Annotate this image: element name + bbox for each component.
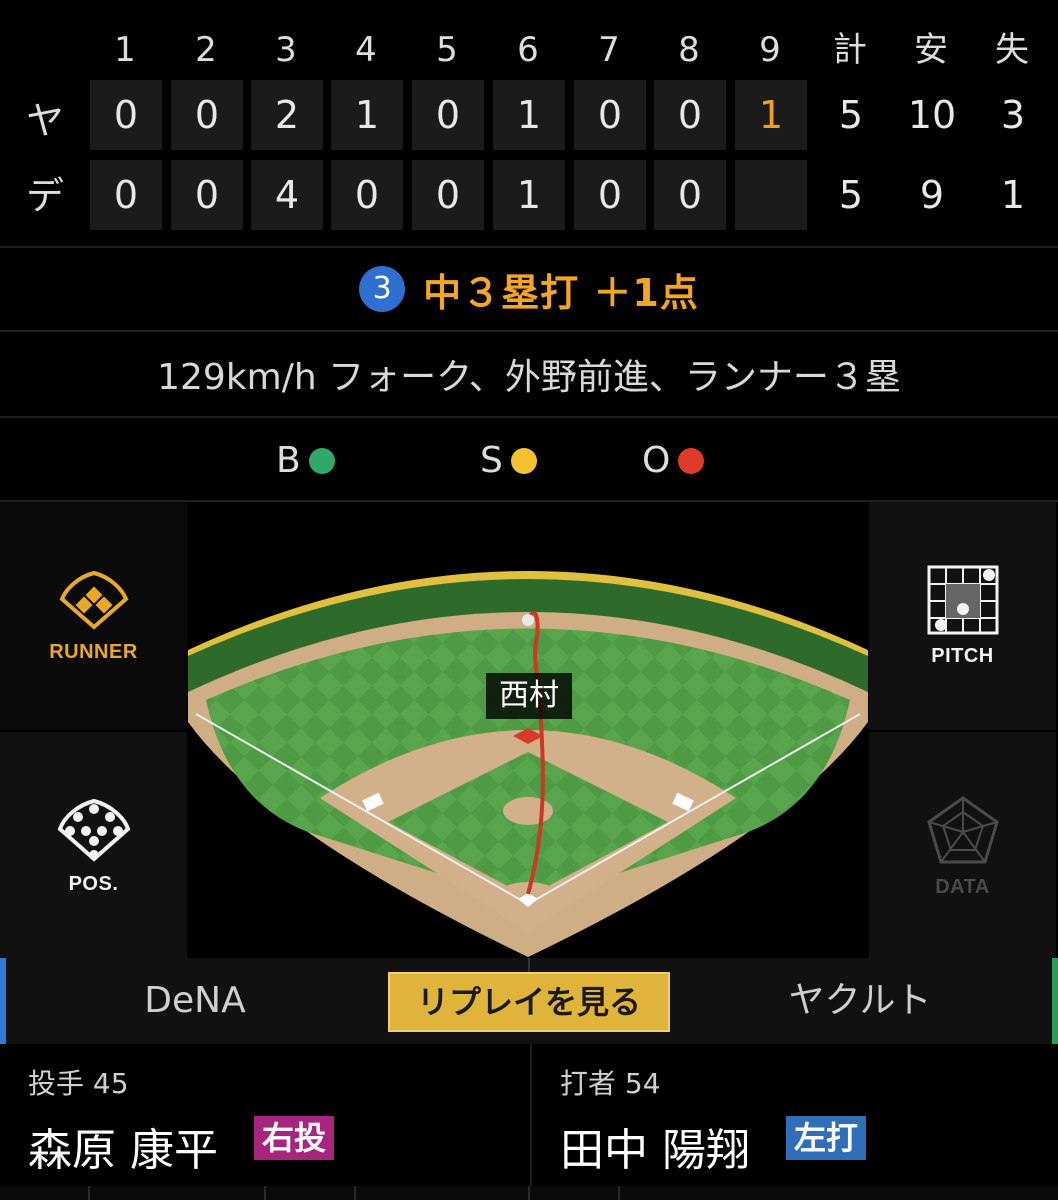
inning-header: 3: [275, 30, 297, 70]
play-result-band: 3 中３塁打 ＋1点: [0, 246, 1058, 330]
pitcher-role: 投手 45: [28, 1067, 129, 1100]
batter-panel[interactable]: 打者 54 田中 陽翔 左打: [530, 1044, 1058, 1186]
total-cell: 5: [838, 93, 864, 137]
team-label-away: ヤ: [25, 99, 64, 143]
errors-header: 失: [995, 30, 1029, 70]
strike-count: S: [480, 440, 537, 481]
score-cell: 0: [171, 160, 243, 230]
score-cell: 0: [90, 160, 162, 230]
inning-header: 9: [759, 30, 781, 70]
out-dot: [678, 447, 705, 474]
inning-header: 5: [436, 30, 458, 70]
score-cell: 2: [251, 80, 323, 150]
radar-chart-icon: [926, 795, 999, 863]
score-cell: 4: [251, 160, 323, 230]
play-result-text: 中３塁打 ＋1点: [423, 270, 699, 315]
total-cell: 5: [838, 173, 864, 217]
play-sequence-badge: 3: [359, 266, 406, 312]
score-cell: 0: [654, 80, 726, 150]
inning-header: 6: [517, 30, 539, 70]
pitch-grid-icon: [927, 565, 998, 634]
inning-header: 8: [678, 30, 700, 70]
hits-header: 安: [914, 30, 948, 70]
score-cell: 0: [574, 160, 646, 230]
data-button[interactable]: DATA: [869, 732, 1056, 960]
pitcher-panel[interactable]: 投手 45 森原 康平 右投: [0, 1044, 528, 1186]
errors-cell: 1: [1000, 173, 1026, 217]
inning-header: 4: [355, 30, 377, 70]
pitcher-hand-badge: 右投: [254, 1116, 335, 1160]
score-cell-current: 1: [735, 80, 807, 150]
score-cell: 1: [493, 160, 565, 230]
pitch-description-band: 129km/h フォーク、外野前進、ランナー３塁: [0, 330, 1058, 416]
ball-count: B: [276, 440, 335, 481]
ball-label: B: [276, 440, 301, 481]
score-cell: 1: [493, 80, 565, 150]
pitch-button-label: PITCH: [931, 644, 994, 667]
ball-dot: [308, 447, 335, 474]
pitch-button[interactable]: PITCH: [869, 502, 1056, 730]
tab-dena[interactable]: DeNA: [0, 958, 390, 1044]
runner-button-label: RUNNER: [49, 640, 138, 663]
bottom-strip: [0, 1186, 1058, 1200]
out-label: O: [642, 440, 671, 481]
tab-yakult[interactable]: ヤクルト: [668, 958, 1052, 1044]
score-cell-empty: [735, 160, 807, 230]
out-count: O: [642, 440, 705, 481]
pos-button-label: POS.: [68, 872, 119, 895]
hits-cell: 10: [907, 93, 957, 137]
team-tabs: DeNA リプレイを見る ヤクルト: [0, 958, 1058, 1044]
data-button-label: DATA: [935, 875, 990, 898]
replay-button[interactable]: リプレイを見る: [388, 972, 670, 1032]
errors-cell: 3: [1000, 93, 1026, 137]
scoreboard: 1 2 3 4 5 6 7 8 9 計 安 失 ヤ 0 0 2 1 0 1 0 …: [0, 0, 1058, 246]
batter-hand-badge: 左打: [786, 1116, 867, 1160]
field-area: RUNNER POS. PITCH DATA 西村: [0, 500, 1058, 960]
score-cell: 1: [331, 80, 403, 150]
count-band: B S O: [0, 416, 1058, 500]
score-cell: 0: [90, 80, 162, 150]
inning-header: 2: [195, 30, 217, 70]
pos-button[interactable]: POS.: [0, 732, 187, 960]
total-header: 計: [833, 30, 867, 70]
runner-diamond-icon: [59, 570, 128, 630]
inning-header: 1: [114, 30, 136, 70]
score-cell: 0: [654, 160, 726, 230]
inning-header: 7: [598, 30, 620, 70]
runner-button[interactable]: RUNNER: [0, 502, 187, 730]
score-cell: 0: [412, 160, 484, 230]
away-team-accent: [1052, 958, 1058, 1044]
score-cell: 0: [574, 80, 646, 150]
team-label-home: デ: [25, 174, 64, 218]
fielder-name-tag: 西村: [486, 673, 572, 719]
batter-name: 田中 陽翔: [560, 1125, 750, 1176]
tab-divider: [528, 958, 530, 972]
hits-cell: 9: [919, 173, 945, 217]
positions-icon: [57, 798, 130, 862]
strike-label: S: [480, 440, 503, 481]
pitcher-name: 森原 康平: [28, 1125, 218, 1176]
score-cell: 0: [171, 80, 243, 150]
batter-role: 打者 54: [560, 1067, 661, 1100]
score-cell: 0: [412, 80, 484, 150]
baseball-field: [188, 571, 868, 957]
strike-dot: [510, 447, 537, 474]
score-cell: 0: [331, 160, 403, 230]
pitch-description: 129km/h フォーク、外野前進、ランナー３塁: [157, 357, 901, 398]
